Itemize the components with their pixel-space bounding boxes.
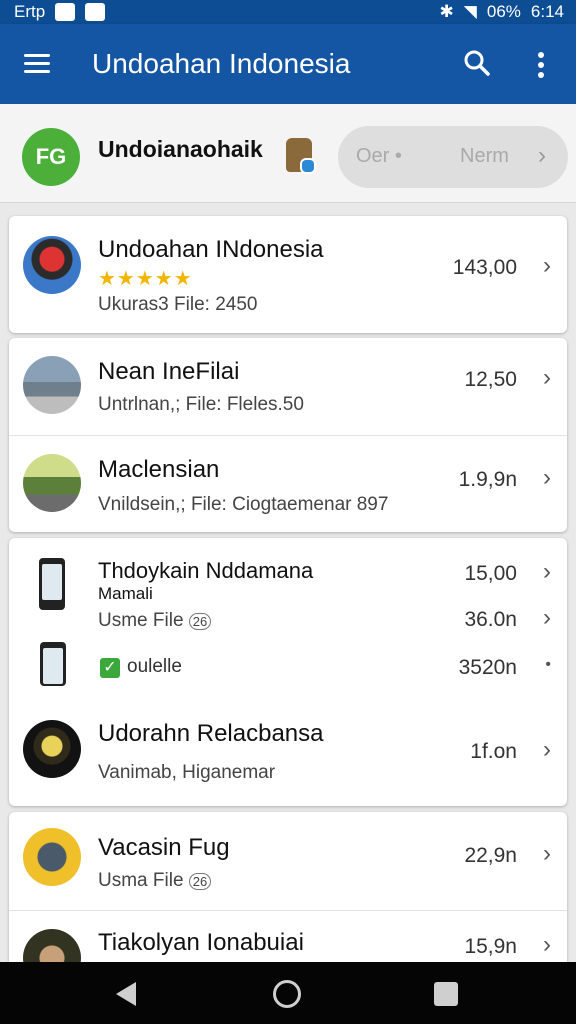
list-card: Undoahan INdonesia ★★★★★ Ukuras3 File: 2… bbox=[9, 216, 567, 333]
avatar bbox=[23, 828, 81, 886]
checkbox-label: oulelle bbox=[127, 656, 182, 677]
item-subtitle: Ukuras3 File: 2450 bbox=[98, 294, 258, 315]
search-icon[interactable] bbox=[464, 50, 490, 76]
item-value: 143,00 bbox=[452, 256, 517, 279]
app-bar: Undoahan Indonesia bbox=[0, 24, 576, 104]
carrier-label: Ertp bbox=[14, 2, 46, 21]
item-subtitle: Vanimab, Higanemar bbox=[98, 762, 276, 783]
phone-icon bbox=[39, 558, 65, 610]
item-value: 22,9n bbox=[464, 844, 517, 867]
item-subtitle: Usma File bbox=[98, 870, 184, 891]
clock: 6:14 bbox=[530, 2, 564, 21]
chevron-right-icon[interactable]: › bbox=[543, 604, 551, 632]
chevron-right-icon[interactable]: › bbox=[543, 840, 551, 868]
item-title: Vacasin Fug bbox=[98, 834, 230, 861]
dot-icon: • bbox=[545, 656, 551, 673]
item-title: Tiakolyan Ionabuiai bbox=[98, 929, 304, 956]
item-value: 1f.on bbox=[470, 740, 517, 763]
avatar bbox=[23, 356, 81, 414]
wifi-icon: ◥ bbox=[463, 2, 477, 21]
bluetooth-icon: ✱ bbox=[439, 2, 454, 21]
item-title: Maclensian bbox=[98, 456, 220, 483]
item-subtitle-wrap: Usma File 26 bbox=[98, 870, 212, 892]
item-value: 15,9n bbox=[464, 935, 517, 958]
chevron-right-icon[interactable]: › bbox=[543, 558, 551, 586]
chevron-right-icon[interactable]: › bbox=[543, 464, 551, 492]
brand-logo: FG bbox=[22, 128, 80, 186]
battery-label: 06% bbox=[486, 2, 521, 21]
list-item[interactable]: Nean IneFilai Untrlnan,; File: Fleles.50… bbox=[9, 338, 567, 435]
back-icon[interactable] bbox=[116, 982, 136, 1006]
list-item[interactable]: Tiakolyan Ionabuiai 15,9n › bbox=[9, 910, 567, 963]
app-notification-icon bbox=[85, 3, 106, 21]
item-title: Undoahan INdonesia bbox=[98, 236, 324, 263]
profile-bar: FG Undoianaohaik Oer • Nerm › bbox=[0, 104, 576, 203]
item-value: 15,00 bbox=[464, 562, 517, 585]
item-title: Udorahn Relacbansa bbox=[98, 720, 324, 747]
list-card: Nean IneFilai Untrlnan,; File: Fleles.50… bbox=[9, 338, 567, 532]
item-subtitle: Untrlnan,; File: Fleles.50 bbox=[98, 394, 304, 415]
item-title: Nean IneFilai bbox=[98, 358, 240, 385]
page-title: Undoahan Indonesia bbox=[92, 48, 351, 79]
item-value: 12,50 bbox=[464, 368, 517, 391]
count-badge: 26 bbox=[188, 873, 212, 890]
pill-left-label: Oer • bbox=[356, 145, 402, 167]
rating-stars: ★★★★★ bbox=[98, 268, 193, 290]
item-value-secondary: 36.0n bbox=[464, 608, 517, 631]
avatar bbox=[23, 929, 81, 963]
list-card: Vacasin Fug Usma File 26 22,9n › Tiakoly… bbox=[9, 812, 567, 963]
system-nav-bar bbox=[0, 962, 576, 1024]
item-subtitle-wrap: Usme File 26 bbox=[98, 610, 212, 632]
chevron-right-icon: › bbox=[538, 142, 546, 169]
menu-icon[interactable] bbox=[24, 54, 50, 74]
chevron-right-icon[interactable]: › bbox=[543, 736, 551, 764]
list-item[interactable]: Vacasin Fug Usma File 26 22,9n › bbox=[9, 812, 567, 910]
verified-badge-icon bbox=[286, 138, 316, 174]
phone-icon bbox=[40, 642, 66, 686]
chevron-right-icon[interactable]: › bbox=[543, 931, 551, 959]
list-item[interactable]: Maclensian Vnildsein,; File: Ciogtaemena… bbox=[9, 435, 567, 532]
profile-name: Undoianaohaik bbox=[98, 136, 263, 162]
avatar bbox=[23, 720, 81, 778]
count-badge: 26 bbox=[188, 613, 212, 630]
avatar bbox=[23, 236, 81, 294]
item-value: 3520n bbox=[458, 656, 517, 679]
status-bar: Ertp ✱ ◥ 06% 6:14 bbox=[0, 0, 576, 24]
more-options-icon[interactable] bbox=[538, 52, 546, 78]
checkbox[interactable]: ✓ bbox=[100, 658, 120, 678]
list-item[interactable]: Udorahn Relacbansa Vanimab, Higanemar 1f… bbox=[9, 708, 567, 806]
chevron-right-icon[interactable]: › bbox=[543, 252, 551, 280]
notification-icon bbox=[55, 3, 76, 21]
pill-right-label: Nerm bbox=[460, 145, 509, 167]
item-value: 1.9,9n bbox=[458, 468, 517, 491]
item-title: Thdoykain Nddamana bbox=[98, 558, 314, 583]
item-title-secondary: Mamali bbox=[98, 584, 153, 603]
list-item[interactable]: Thdoykain Nddamana Mamali Usme File 26 1… bbox=[9, 538, 567, 708]
chevron-right-icon[interactable]: › bbox=[543, 364, 551, 392]
avatar bbox=[23, 454, 81, 512]
item-subtitle: Vnildsein,; File: Ciogtaemenar 897 bbox=[98, 494, 389, 515]
list-card: Thdoykain Nddamana Mamali Usme File 26 1… bbox=[9, 538, 567, 806]
recent-apps-icon[interactable] bbox=[434, 982, 458, 1006]
filter-pill[interactable]: Oer • Nerm › bbox=[338, 126, 568, 188]
home-icon[interactable] bbox=[273, 980, 301, 1008]
item-subtitle: Usme File bbox=[98, 610, 184, 631]
list-item[interactable]: Undoahan INdonesia ★★★★★ Ukuras3 File: 2… bbox=[9, 216, 567, 333]
